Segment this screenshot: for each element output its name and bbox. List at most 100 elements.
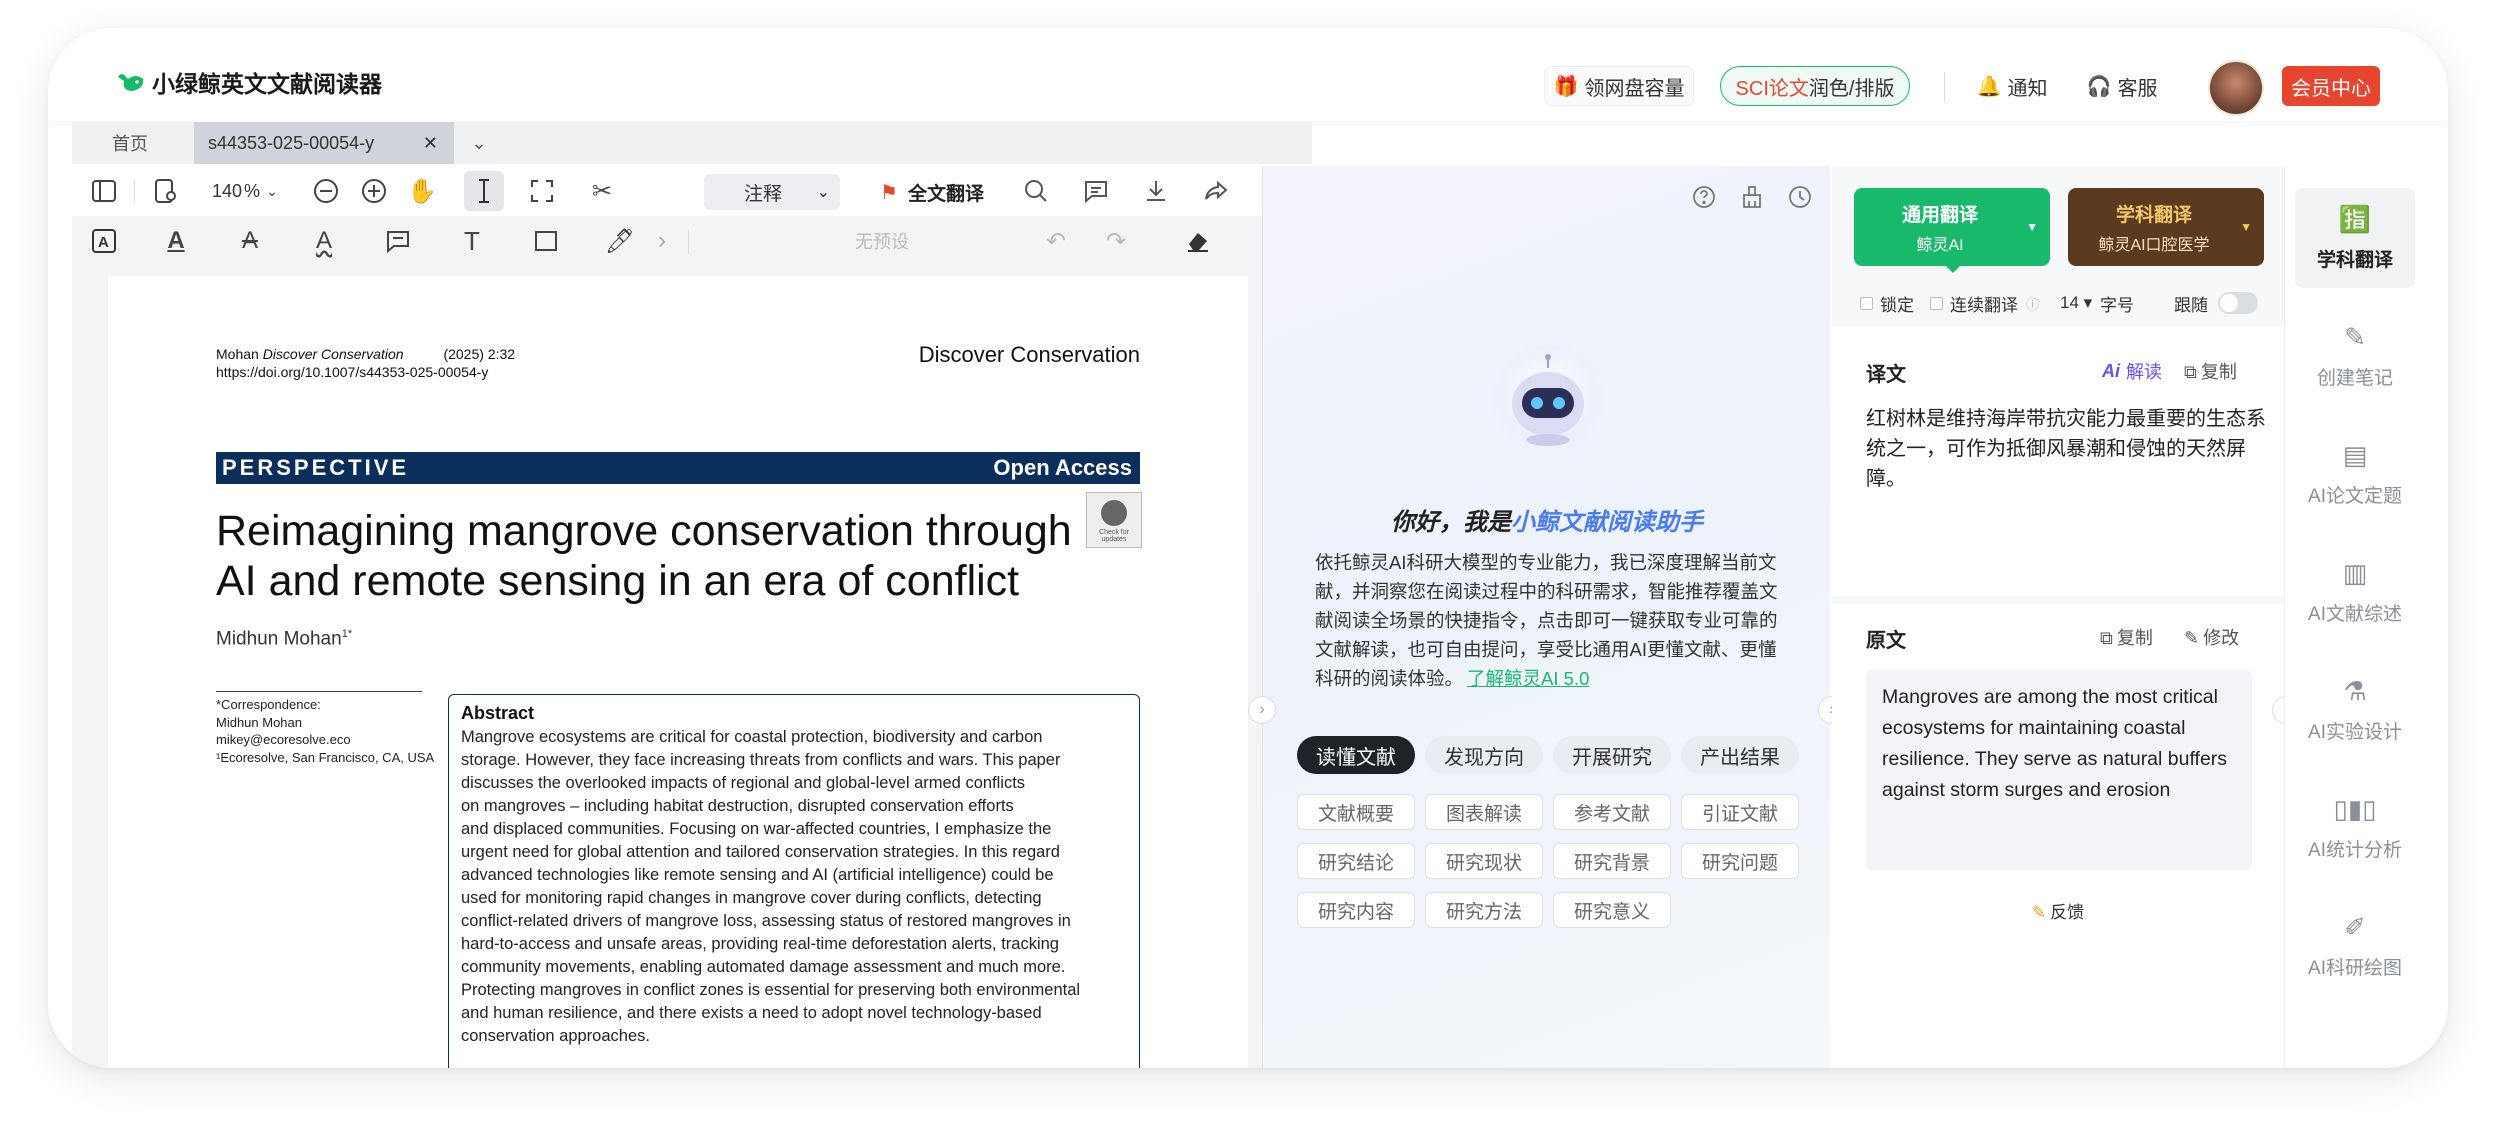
undo-icon[interactable]: ↶ (1038, 223, 1074, 259)
pill-read-paper[interactable]: 读懂文献 (1297, 736, 1415, 774)
assistant-greeting: 你好，我是小鲸文献阅读助手 (1391, 509, 1703, 536)
pen-tool-icon[interactable]: 🖊 (602, 223, 638, 259)
svg-text:A: A (98, 234, 109, 251)
tab-document[interactable]: s44353-025-00054-y ✕ (194, 122, 454, 164)
fullscreen-icon[interactable] (524, 173, 560, 209)
redo-icon[interactable]: ↷ (1098, 223, 1134, 259)
chip-questions[interactable]: 研究问题 (1681, 843, 1799, 879)
pencil-icon: ✎ (2031, 903, 2047, 922)
underline-tool-icon[interactable]: A (158, 223, 194, 259)
share-icon[interactable] (1198, 173, 1234, 209)
correspondence-block: *Correspondence: Midhun Mohan mikey@ecor… (216, 697, 435, 765)
continuous-checkbox[interactable] (1930, 296, 1943, 310)
sidebar-item-create-note[interactable]: ✎ 创建笔记 (2295, 306, 2415, 406)
preset-field[interactable]: 无预设 (752, 224, 1012, 258)
rectangle-tool-icon[interactable] (528, 223, 564, 259)
copy-translation-button[interactable]: ⧉ 复制 (2184, 358, 2237, 384)
sidebar-toggle-icon[interactable] (86, 173, 122, 209)
bar-chart-icon: ▯▮▯ (2333, 794, 2377, 824)
abstract-heading: Abstract (461, 703, 535, 723)
zoom-select[interactable]: 140% ⌄ (212, 178, 302, 204)
download-icon[interactable] (1138, 173, 1174, 209)
pill-produce-results[interactable]: 产出结果 (1681, 736, 1799, 774)
feedback-button[interactable]: ✎ 反馈 (1832, 898, 2284, 923)
chip-figure-reading[interactable]: 图表解读 (1425, 794, 1543, 830)
chip-summary[interactable]: 文献概要 (1297, 794, 1415, 830)
page-fit-icon[interactable] (148, 173, 184, 209)
chip-status[interactable]: 研究现状 (1425, 843, 1543, 879)
hand-tool-icon[interactable]: ✋ (404, 173, 440, 209)
active-pointer (1944, 264, 1962, 273)
check-updates-badge[interactable]: Check for updates (1086, 492, 1142, 548)
text-select-tool-icon[interactable] (464, 171, 504, 211)
app-logo[interactable]: 小绿鲸英文文献阅读器 (116, 65, 382, 99)
note-icon: ✎ (2344, 322, 2366, 352)
sidebar-item-statistics[interactable]: ▯▮▯ AI统计分析 (2295, 778, 2415, 878)
user-avatar[interactable] (2208, 60, 2264, 116)
drawing-tools-icon: ✐ (2344, 912, 2366, 942)
doi-link[interactable]: https://doi.org/10.1007/s44353-025-00054… (216, 364, 488, 380)
scissors-icon[interactable]: ✂ (584, 173, 620, 209)
annotate-select[interactable]: 注释 ⌄ (704, 174, 840, 210)
journal-citation: Mohan Discover Conservation (2025) 2:32 (216, 346, 516, 362)
paper-title: Reimagining mangrove conservation throug… (216, 507, 1072, 605)
chip-references[interactable]: 参考文献 (1553, 794, 1671, 830)
comment-icon[interactable] (1078, 173, 1114, 209)
sidebar-item-topic[interactable]: ▤ AI论文定题 (2295, 424, 2415, 524)
tab-home[interactable]: 首页 (112, 122, 172, 164)
customer-service-button[interactable]: 🎧 客服 (2082, 66, 2162, 106)
strikethrough-tool-icon[interactable]: A (232, 223, 268, 259)
follow-toggle[interactable] (2218, 292, 2258, 314)
sidebar-item-drawing[interactable]: ✐ AI科研绘图 (2295, 896, 2415, 996)
translation-pane: 通用翻译 鲸灵AI ▼ 学科翻译 鲸灵AI口腔医学 ▼ 锁定 连续翻译 ⓘ 14… (1832, 166, 2284, 1068)
chip-significance[interactable]: 研究意义 (1553, 892, 1671, 928)
interpret-button[interactable]: Ai 解读 (2102, 358, 2162, 384)
eraser-icon[interactable] (1180, 223, 1216, 259)
vip-center-button[interactable]: 会员中心 (2282, 66, 2380, 106)
app-header: 小绿鲸英文文献阅读器 🎁 领网盘容量 SCI论文 润色/排版 🔔 通知 🎧 客服 会员… (48, 28, 2448, 121)
zoom-out-icon[interactable] (308, 173, 344, 209)
help-icon[interactable] (1687, 180, 1721, 214)
translate-options-bar: 锁定 连续翻译 ⓘ 14 ▾ 字号 跟随 (1832, 280, 2284, 326)
copy-original-button[interactable]: ⧉ 复制 (2100, 624, 2153, 650)
history-icon[interactable] (1783, 180, 1817, 214)
close-tab-icon[interactable]: ✕ (423, 133, 438, 154)
chip-conclusions[interactable]: 研究结论 (1297, 843, 1415, 879)
pill-conduct-research[interactable]: 开展研究 (1553, 736, 1671, 774)
update-circle-icon (1101, 500, 1127, 526)
original-text-box[interactable]: Mangroves are among the most critical ec… (1866, 670, 2252, 870)
zoom-in-icon[interactable] (356, 173, 392, 209)
subject-translate-button[interactable]: 学科翻译 鲸灵AI口腔医学 ▼ (2068, 188, 2264, 266)
squiggly-tool-icon[interactable]: A (306, 223, 342, 259)
headset-icon: 🎧 (2086, 75, 2112, 98)
sidebar-item-subject-translate[interactable]: 🈯 学科翻译 (2295, 188, 2415, 288)
sci-polish-button[interactable]: SCI论文 润色/排版 (1720, 66, 1910, 106)
search-icon[interactable] (1018, 173, 1054, 209)
chip-methods[interactable]: 研究方法 (1425, 892, 1543, 928)
tab-dropdown-icon[interactable]: ⌄ (464, 122, 494, 164)
text-tool-icon[interactable]: T (454, 223, 490, 259)
learn-more-link[interactable]: 了解鲸灵AI 5.0 (1467, 668, 1589, 689)
font-size-select[interactable]: 14 ▾ (2060, 293, 2092, 313)
chevron-right-icon[interactable]: › (650, 223, 674, 259)
pill-find-direction[interactable]: 发现方向 (1425, 736, 1543, 774)
cloud-capacity-button[interactable]: 🎁 领网盘容量 (1544, 66, 1694, 106)
chip-background[interactable]: 研究背景 (1553, 843, 1671, 879)
chip-content[interactable]: 研究内容 (1297, 892, 1415, 928)
chip-citations[interactable]: 引证文献 (1681, 794, 1799, 830)
tools-sidebar: 🈯 学科翻译 ✎ 创建笔记 ▤ AI论文定题 ▥ AI文献综述 ⚗ AI实验设计… (2284, 166, 2448, 1068)
general-translate-button[interactable]: 通用翻译 鲸灵AI ▼ (1854, 188, 2050, 266)
note-tool-icon[interactable] (380, 223, 416, 259)
collapse-left-handle[interactable]: › (1248, 696, 1276, 724)
clean-icon[interactable] (1735, 180, 1769, 214)
translate-icon: 🈯 (2338, 204, 2372, 234)
sidebar-item-review[interactable]: ▥ AI文献综述 (2295, 542, 2415, 642)
sidebar-item-experiment[interactable]: ⚗ AI实验设计 (2295, 660, 2415, 760)
info-icon: ⓘ (2026, 296, 2040, 312)
highlight-tool-icon[interactable]: A (86, 223, 122, 259)
edit-original-button[interactable]: ✎ 修改 (2184, 624, 2239, 650)
notification-button[interactable]: 🔔 通知 (1972, 66, 2052, 106)
full-translate-button[interactable]: ⚑ 全文翻译 (880, 176, 984, 208)
whale-logo-icon (116, 69, 146, 95)
lock-checkbox[interactable] (1860, 296, 1873, 310)
